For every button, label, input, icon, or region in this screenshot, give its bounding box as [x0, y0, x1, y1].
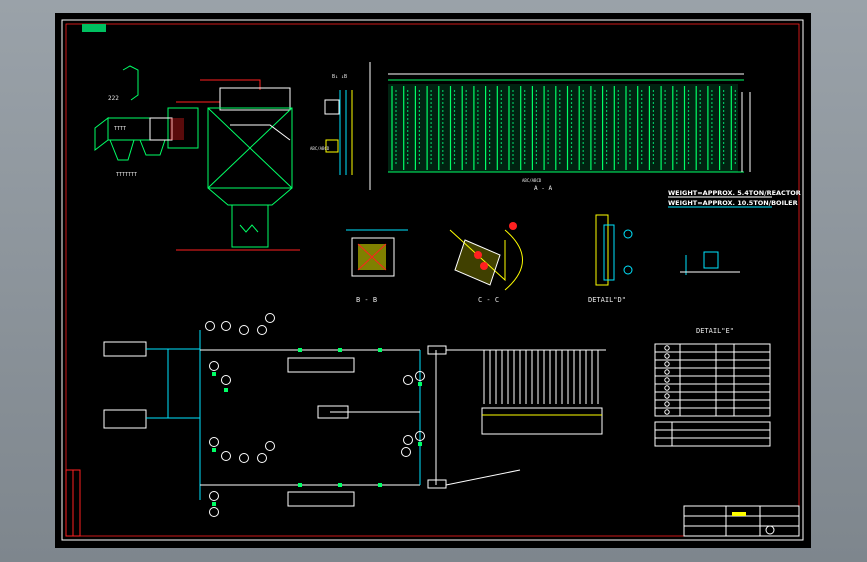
title-block: [683, 505, 800, 537]
instrument-bubble: [257, 325, 267, 335]
valve-symbol: [212, 502, 216, 506]
instrument-bubble: [239, 325, 249, 335]
detail-e-legend: DETAIL"E": [654, 327, 771, 447]
instrument-bubble: [209, 437, 219, 447]
section-aa-label: A - A: [534, 185, 552, 192]
valve-symbol: [378, 483, 382, 487]
section-bb-label: B - B: [356, 296, 377, 304]
instrument-bubble: [265, 441, 275, 451]
cad-drawing: 222 TTTT TTTTTTT B↓ ↓B ABC/ABCD A - A AB…: [61, 19, 804, 541]
legend-symbol: [664, 353, 670, 359]
instrument-bubble: [257, 453, 267, 463]
instrument-bubble: [265, 313, 275, 323]
legend-symbol: [664, 361, 670, 367]
instrument-bubble: [239, 453, 249, 463]
legend-symbol: [664, 377, 670, 383]
valve-symbol: [378, 348, 382, 352]
instrument-bubble: [209, 361, 219, 371]
boiler-elevation: 222 TTTT TTTTTTT: [94, 65, 300, 251]
label-222: 222: [108, 95, 119, 102]
instrument-bubble: [403, 435, 413, 445]
valve-symbol: [212, 448, 216, 452]
instrument-bubble: [221, 321, 231, 331]
valve-symbol: [298, 348, 302, 352]
legend-symbol: [664, 409, 670, 415]
svg-text:ABC/ABCD: ABC/ABCD: [310, 146, 330, 151]
valve-symbol: [338, 348, 342, 352]
instrument-bubble: [205, 321, 215, 331]
detail-e-label: DETAIL"E": [696, 327, 734, 335]
weight-note-reactor: WEIGHT=APPROX. 5.4TON/REACTOR: [668, 189, 801, 197]
side-view: B↓ ↓B ABC/ABCD: [310, 62, 371, 190]
valve-symbol: [418, 442, 422, 446]
detail-d-label: DETAIL"D": [588, 296, 626, 304]
legend-symbol: [664, 385, 670, 391]
weight-notes: WEIGHT=APPROX. 5.4TON/REACTOR WEIGHT=APP…: [668, 189, 801, 208]
section-cc-label: C - C: [478, 296, 499, 304]
detail-d: DETAIL"D": [588, 214, 633, 304]
section-bb: B - B: [346, 229, 408, 304]
valve-symbol: [224, 388, 228, 392]
label-tttt: TTTT: [114, 126, 126, 132]
instrument-bubble: [209, 491, 219, 501]
valve-symbol: [212, 372, 216, 376]
label-ttttttt: TTTTTTT: [116, 172, 137, 178]
legend-symbol: [664, 345, 670, 351]
instrument-bubble: [403, 375, 413, 385]
legend-symbol: [664, 393, 670, 399]
detail-support: [680, 251, 740, 275]
reactor-panel: A - A ABC/ABCD: [388, 73, 751, 192]
instrument-bubble: [221, 451, 231, 461]
revision-strip: [65, 469, 81, 537]
instrument-bubble: [209, 507, 219, 517]
valve-symbol: [418, 382, 422, 386]
svg-text:B↓ ↓B: B↓ ↓B: [332, 74, 347, 80]
section-cc: C - C: [449, 222, 523, 304]
legend-symbol: [664, 369, 670, 375]
instrument-bubble: [221, 375, 231, 385]
valve-symbol: [298, 483, 302, 487]
svg-text:ABC/ABCD: ABC/ABCD: [522, 178, 542, 183]
legend-symbol: [664, 401, 670, 407]
instrument-bubble: [401, 447, 411, 457]
corner-tag: [82, 24, 106, 32]
weight-note-boiler: WEIGHT=APPROX. 10.5TON/BOILER: [668, 199, 798, 207]
piping-diagram: [103, 313, 606, 517]
valve-symbol: [338, 483, 342, 487]
